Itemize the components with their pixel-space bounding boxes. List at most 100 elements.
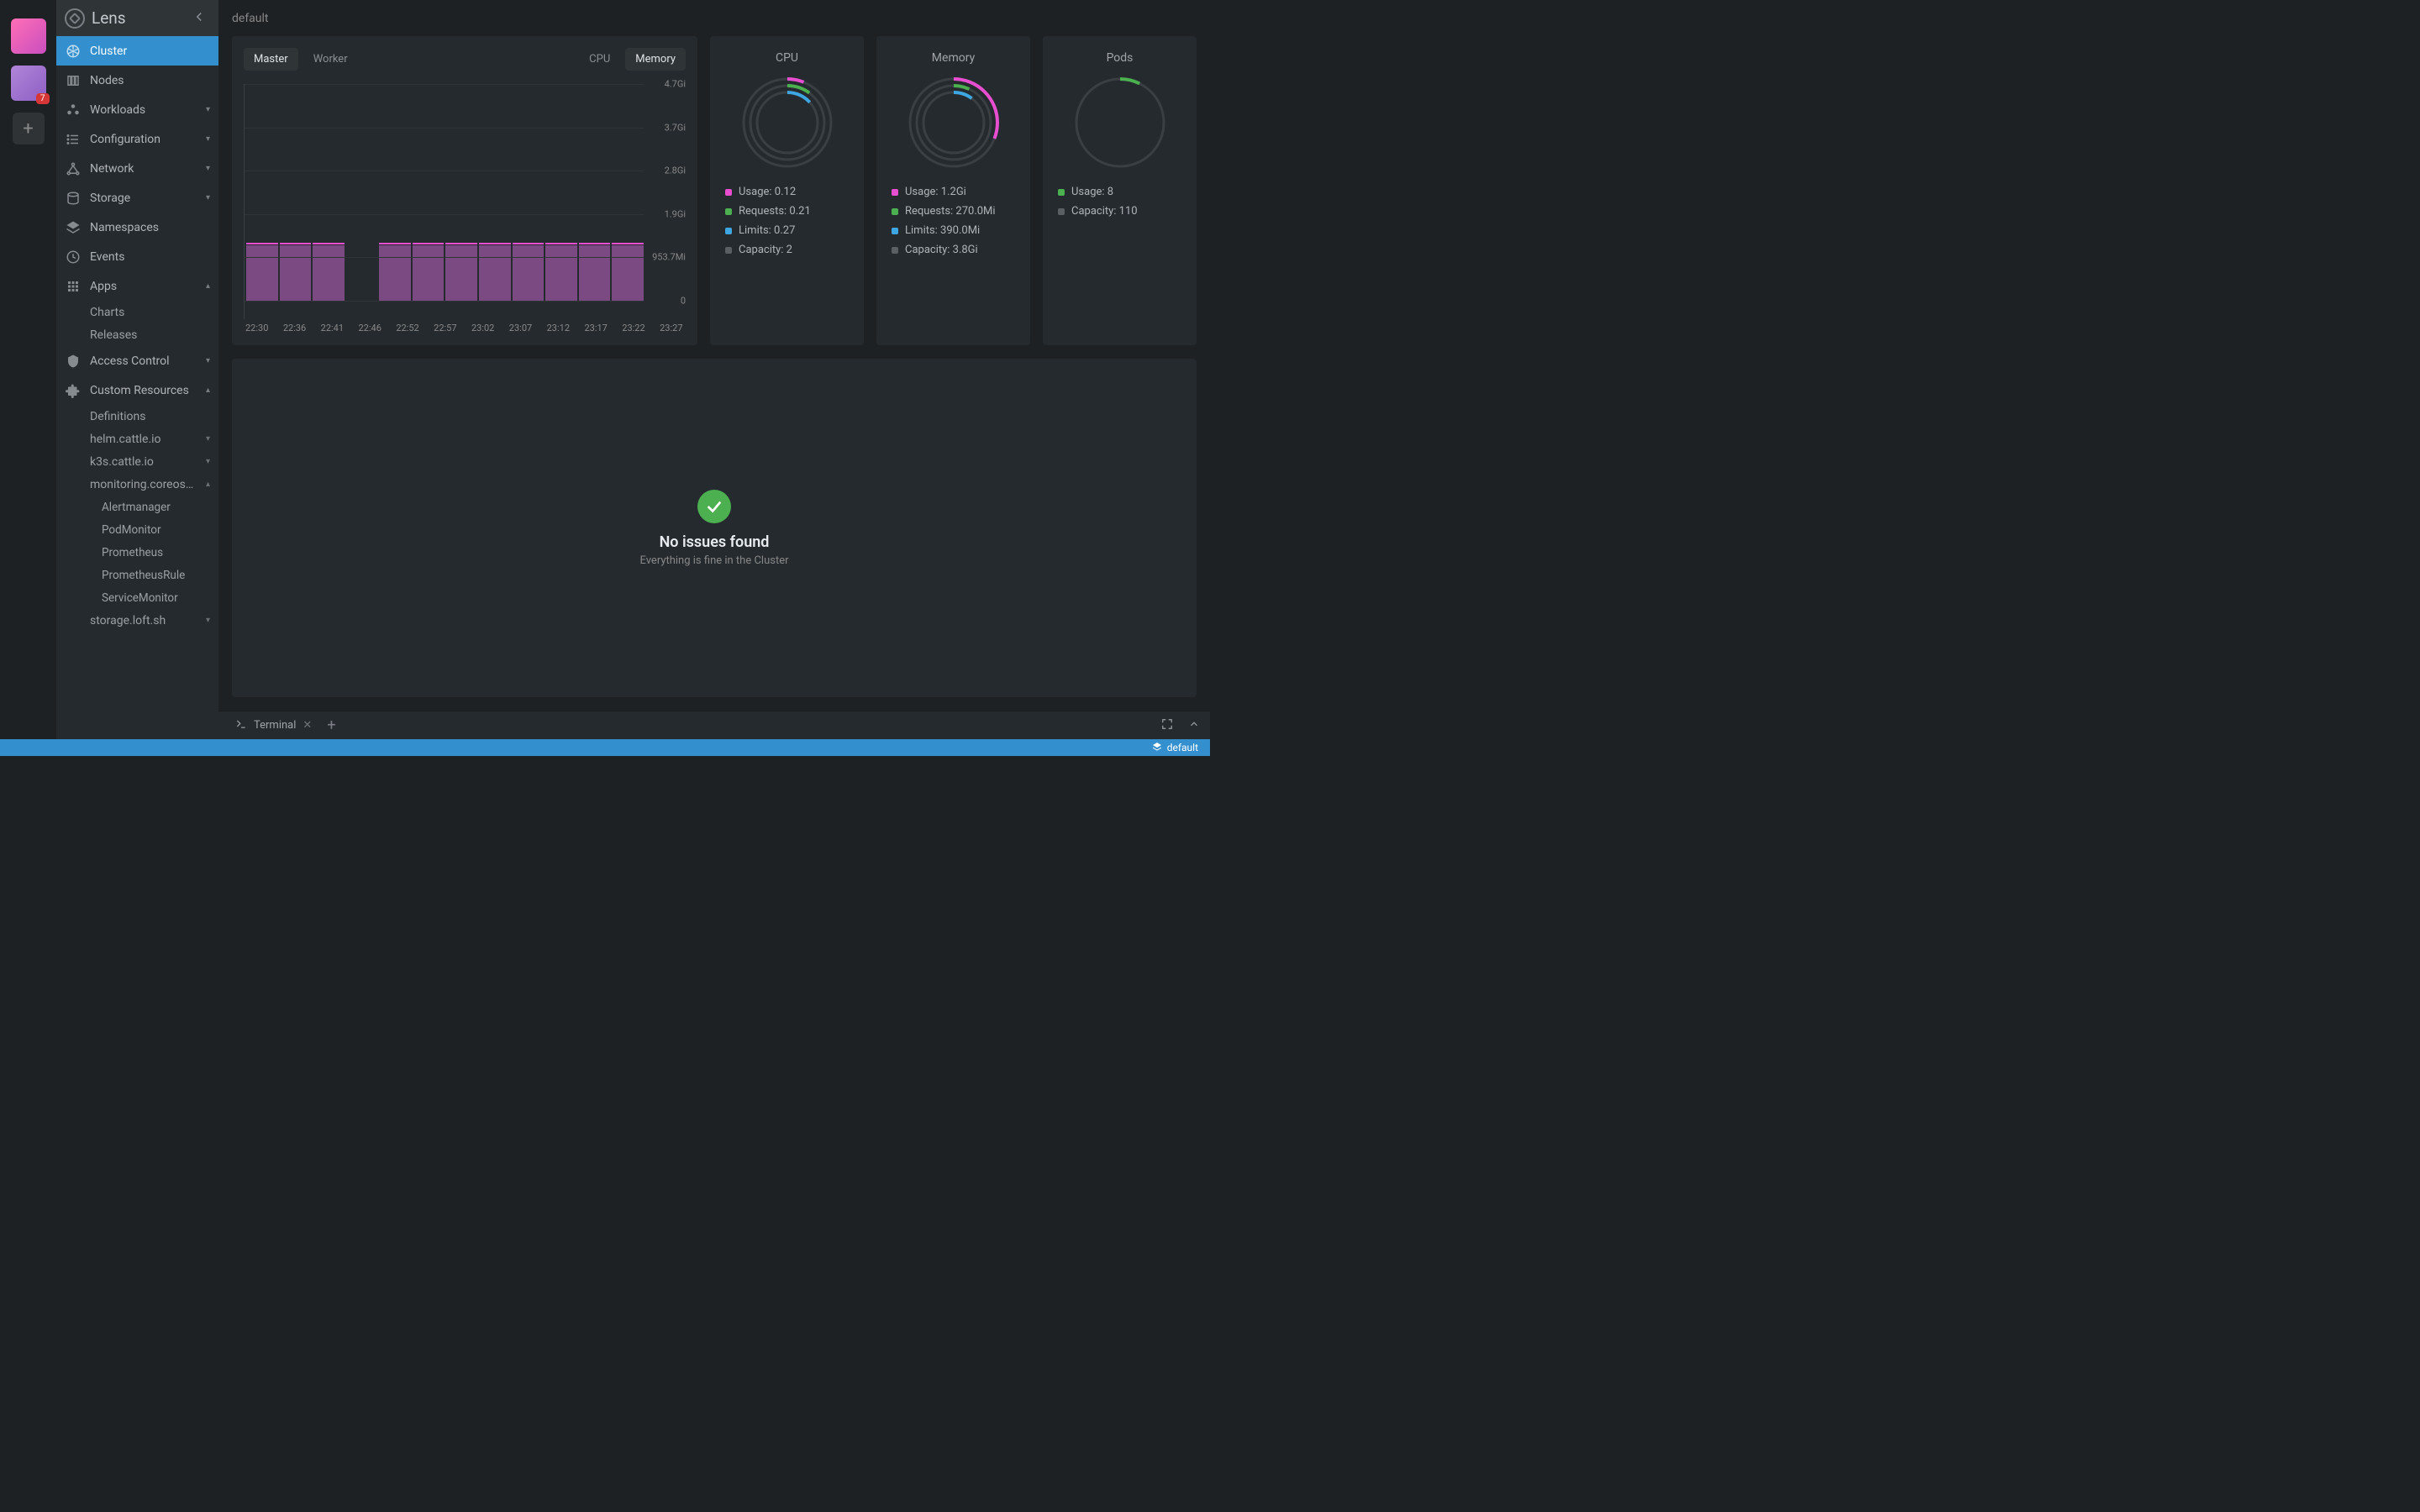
sidebar-item-access-control[interactable]: Access Control ▾: [56, 346, 218, 375]
terminal-tab[interactable]: Terminal ✕: [229, 715, 318, 737]
chart-ylabel: 4.7Gi: [665, 79, 686, 90]
sidebar-item-network[interactable]: Network ▾: [56, 154, 218, 183]
sidebar-sub-k3s[interactable]: k3s.cattle.io ▾: [56, 450, 218, 473]
sidebar-item-label: Custom Resources: [90, 384, 197, 397]
issues-title: No issues found: [660, 533, 770, 551]
chart-xlabel: 23:12: [547, 323, 573, 333]
toggle-memory[interactable]: Memory: [625, 48, 686, 71]
sidebar-item-apps[interactable]: Apps ▴: [56, 271, 218, 301]
dashboard-row: Master Worker CPU Memory 4.7Gi3.7Gi2.8Gi…: [218, 36, 1210, 359]
legend-dot-gray: [892, 247, 898, 254]
legend-text: Limits: 0.27: [739, 224, 795, 237]
legend-text: Usage: 1.2Gi: [905, 186, 966, 198]
chart-ylabel: 0: [681, 296, 686, 307]
sidebar-sub-podmonitor[interactable]: PodMonitor: [56, 518, 218, 541]
legend-capacity: Capacity: 110: [1058, 205, 1181, 218]
legend-usage: Usage: 0.12: [725, 186, 849, 198]
chevron-down-icon: ▾: [206, 457, 210, 466]
legend-dot-gray: [1058, 208, 1065, 215]
chart-bar: [479, 245, 511, 301]
metric-toggle: CPU Memory: [579, 48, 686, 71]
sidebar-sub-monitoring[interactable]: monitoring.coreos… ▴: [56, 473, 218, 496]
sidebar-item-nodes[interactable]: Nodes: [56, 66, 218, 95]
chart-xlabel: 23:07: [509, 323, 535, 333]
chart-xlabel: 23:02: [471, 323, 497, 333]
sidebar-item-storage[interactable]: Storage ▾: [56, 183, 218, 213]
sidebar-sub-servicemonitor[interactable]: ServiceMonitor: [56, 586, 218, 609]
apps-icon: [65, 278, 82, 295]
status-bar: default: [0, 739, 1210, 756]
legend-text: Capacity: 2: [739, 244, 792, 256]
sidebar-header: Lens: [56, 0, 218, 36]
sidebar-sub-storage-loft[interactable]: storage.loft.sh ▾: [56, 609, 218, 632]
chart-xlabel: 23:22: [622, 323, 648, 333]
storage-icon: [65, 190, 82, 207]
servers-icon: [65, 72, 82, 89]
check-circle-icon: [697, 490, 731, 523]
fullscreen-icon[interactable]: [1161, 718, 1173, 733]
sidebar-sub-prometheusrule[interactable]: PrometheusRule: [56, 564, 218, 586]
sidebar-sub-label: k3s.cattle.io: [90, 455, 206, 469]
legend-dot-green: [892, 208, 898, 215]
legend-dot-gray: [725, 247, 732, 254]
app-title: Lens: [92, 8, 182, 28]
sidebar-item-configuration[interactable]: Configuration ▾: [56, 124, 218, 154]
sidebar-sub-charts[interactable]: Charts: [56, 301, 218, 323]
chart-bar: [513, 245, 544, 301]
legend-text: Usage: 0.12: [739, 186, 796, 198]
add-terminal-button[interactable]: +: [327, 717, 335, 734]
cpu-gauge-ring: [739, 75, 835, 171]
breadcrumb: default: [218, 0, 1210, 36]
chart-xlabel: 22:52: [396, 323, 422, 333]
chevron-up-icon[interactable]: [1188, 718, 1200, 733]
sidebar-sub-prometheus[interactable]: Prometheus: [56, 541, 218, 564]
legend-requests: Requests: 0.21: [725, 205, 849, 218]
legend-capacity: Capacity: 3.8Gi: [892, 244, 1015, 256]
terminal-label: Terminal: [254, 719, 296, 732]
chart-area: 4.7Gi3.7Gi2.8Gi1.9Gi953.7Mi0: [244, 84, 686, 319]
layers-icon: [1152, 742, 1162, 754]
sidebar-sub-definitions[interactable]: Definitions: [56, 405, 218, 428]
sidebar-item-cluster[interactable]: Cluster: [56, 36, 218, 66]
legend-text: Usage: 8: [1071, 186, 1113, 198]
sidebar-item-label: Apps: [90, 280, 197, 293]
chart-xlabel: 22:30: [245, 323, 271, 333]
legend-text: Requests: 0.21: [739, 205, 811, 218]
issues-panel: No issues found Everything is fine in th…: [232, 359, 1197, 697]
sidebar-item-label: Network: [90, 162, 197, 176]
sidebar-sub-releases[interactable]: Releases: [56, 323, 218, 346]
workloads-icon: [65, 102, 82, 118]
sidebar-item-namespaces[interactable]: Namespaces: [56, 213, 218, 242]
sidebar-item-label: Access Control: [90, 354, 197, 368]
chart-xlabel: 22:46: [358, 323, 384, 333]
legend-limits: Limits: 0.27: [725, 224, 849, 237]
sidebar-sub-alertmanager[interactable]: Alertmanager: [56, 496, 218, 518]
sidebar-sub-helm[interactable]: helm.cattle.io ▾: [56, 428, 218, 450]
chart-bar: [379, 245, 411, 301]
cluster-icon-2[interactable]: 7: [11, 66, 46, 101]
sidebar-item-label: Namespaces: [90, 221, 210, 234]
chart-xlabel: 23:17: [584, 323, 610, 333]
sidebar-item-custom-resources[interactable]: Custom Resources ▴: [56, 375, 218, 405]
legend-dot-pink: [892, 189, 898, 196]
chart-ylabel: 1.9Gi: [665, 208, 686, 219]
toggle-worker[interactable]: Worker: [303, 48, 358, 71]
legend-usage: Usage: 1.2Gi: [892, 186, 1015, 198]
collapse-sidebar-button[interactable]: [188, 6, 210, 31]
toggle-cpu[interactable]: CPU: [579, 48, 620, 71]
legend-dot-blue: [725, 228, 732, 234]
sidebar-item-workloads[interactable]: Workloads ▾: [56, 95, 218, 124]
status-namespace[interactable]: default: [1167, 742, 1198, 753]
chart-bar: [413, 245, 445, 301]
close-icon[interactable]: ✕: [302, 719, 312, 732]
pods-gauge-panel: Pods Usage: 8 Capacity: 110: [1043, 36, 1197, 345]
layers-icon: [65, 219, 82, 236]
chart-xlabel: 23:27: [660, 323, 686, 333]
sidebar-item-events[interactable]: Events: [56, 242, 218, 271]
cluster-icon-1[interactable]: [11, 18, 46, 54]
legend-dot-green: [1058, 189, 1065, 196]
add-cluster-button[interactable]: +: [13, 113, 45, 144]
toggle-master[interactable]: Master: [244, 48, 298, 71]
cluster-badge: 7: [36, 93, 50, 104]
sidebar-sub-label: monitoring.coreos…: [90, 478, 206, 491]
